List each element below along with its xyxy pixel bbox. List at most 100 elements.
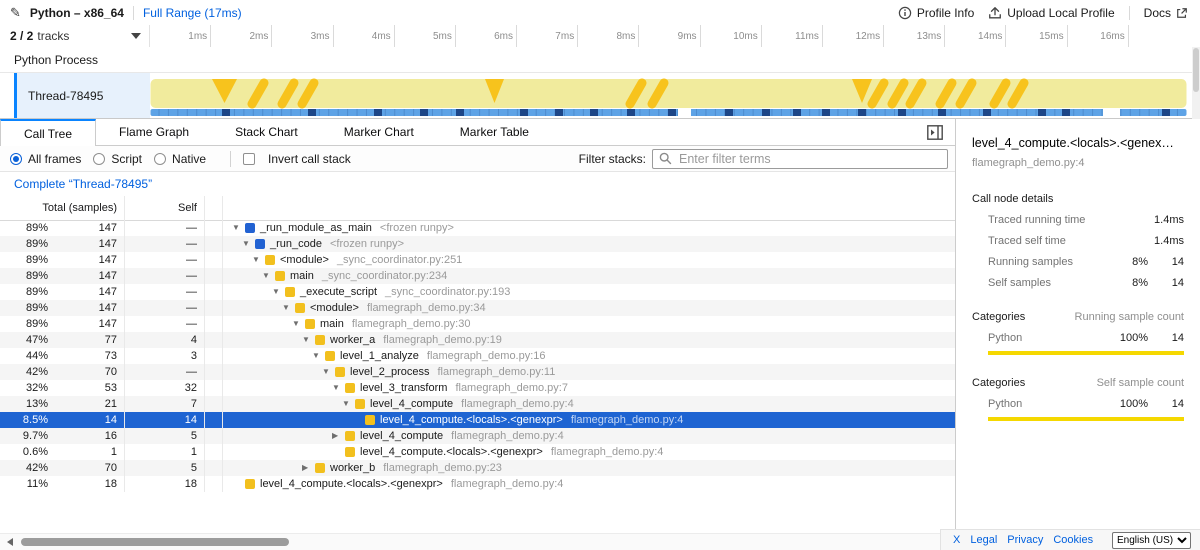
table-row[interactable]: 11%1818level_4_compute.<locals>.<genexpr…: [0, 476, 955, 492]
column-header-total[interactable]: Total (samples): [0, 196, 125, 220]
tab-flame-graph[interactable]: Flame Graph: [96, 119, 212, 145]
file-location: flamegraph_demo.py:4: [551, 446, 664, 458]
tracks-visibility-dropdown[interactable]: 2 / 2 tracks: [0, 25, 150, 47]
table-row[interactable]: 89%147—▼main_sync_coordinator.py:234: [0, 268, 955, 284]
cell-function: ▼_execute_script_sync_coordinator.py:193: [223, 286, 955, 298]
table-row[interactable]: 32%5332▼level_3_transformflamegraph_demo…: [0, 380, 955, 396]
collapse-icon[interactable]: ▼: [292, 320, 305, 328]
ruler-tick: 10ms: [701, 25, 762, 47]
table-row[interactable]: 42%705▶worker_bflamegraph_demo.py:23: [0, 460, 955, 476]
categories-label: Categories: [972, 377, 1097, 389]
cell-self: 32: [125, 380, 205, 396]
collapse-icon[interactable]: ▼: [252, 256, 265, 264]
table-row[interactable]: 42%70—▼level_2_processflamegraph_demo.py…: [0, 364, 955, 380]
cell-spacer: [205, 268, 223, 284]
filter-stacks-input[interactable]: [677, 151, 941, 167]
file-location: _sync_coordinator.py:234: [322, 270, 447, 282]
profile-info-button[interactable]: Profile Info: [898, 6, 974, 20]
language-select[interactable]: English (US): [1112, 532, 1191, 549]
process-track-row[interactable]: Python Process: [0, 47, 1200, 73]
table-row[interactable]: 89%147—▼_run_module_as_main<frozen runpy…: [0, 220, 955, 236]
profile-name: Python – x86_64: [30, 6, 124, 20]
thread-label[interactable]: Thread-78495: [17, 73, 150, 118]
full-range-link[interactable]: Full Range (17ms): [143, 6, 242, 20]
collapse-icon[interactable]: ▼: [332, 384, 345, 392]
thread-track-row[interactable]: Thread-78495: [0, 73, 1200, 119]
cell-self: —: [125, 300, 205, 316]
radio-all-frames[interactable]: All frames: [10, 152, 81, 166]
thread-activity-graph[interactable]: [150, 73, 1190, 118]
invert-call-stack-checkbox[interactable]: Invert call stack: [243, 152, 351, 166]
category-yellow-icon: [315, 463, 325, 473]
cell-pct: 89%: [0, 318, 50, 330]
table-row[interactable]: 89%147—▼_execute_script_sync_coordinator…: [0, 284, 955, 300]
collapse-icon[interactable]: ▼: [312, 352, 325, 360]
cell-total: 147: [50, 268, 125, 284]
tab-call-tree[interactable]: Call Tree: [0, 119, 96, 146]
collapse-icon[interactable]: ▼: [342, 400, 355, 408]
table-row[interactable]: 8.5%1414level_4_compute.<locals>.<genexp…: [0, 412, 955, 428]
collapse-icon[interactable]: ▼: [282, 304, 295, 312]
ruler-tick: 1ms: [150, 25, 211, 47]
table-row[interactable]: 44%733▼level_1_analyzeflamegraph_demo.py…: [0, 348, 955, 364]
collapse-icon[interactable]: ▼: [232, 224, 245, 232]
collapse-icon[interactable]: ▼: [242, 240, 255, 248]
expand-icon[interactable]: ▶: [302, 464, 315, 472]
radio-unchecked-icon[interactable]: [93, 153, 105, 165]
category-row: Python100%14: [972, 398, 1184, 410]
table-row[interactable]: 9.7%165▶level_4_computeflamegraph_demo.p…: [0, 428, 955, 444]
call-node-sidebar: level_4_compute.<locals>.<genex… flamegr…: [955, 119, 1200, 550]
collapse-icon[interactable]: ▼: [302, 336, 315, 344]
category-count: 14: [1148, 332, 1184, 344]
category-blue-icon: [245, 223, 255, 233]
detail-row: Traced running time1.4ms: [972, 214, 1184, 226]
horizontal-scrollbar[interactable]: [0, 533, 955, 550]
expand-icon[interactable]: ▶: [332, 432, 345, 440]
function-name: level_3_transform: [360, 382, 447, 394]
docs-link[interactable]: Docs: [1144, 6, 1188, 20]
table-row[interactable]: 0.6%11level_4_compute.<locals>.<genexpr>…: [0, 444, 955, 460]
radio-script[interactable]: Script: [93, 152, 142, 166]
ruler-remainder: [1129, 25, 1200, 47]
table-row[interactable]: 13%217▼level_4_computeflamegraph_demo.py…: [0, 396, 955, 412]
sidebar-toggle-button[interactable]: [927, 119, 955, 145]
table-row[interactable]: 47%774▼worker_aflamegraph_demo.py:19: [0, 332, 955, 348]
footer-link-privacy[interactable]: Privacy: [1007, 534, 1043, 546]
tab-marker-table[interactable]: Marker Table: [437, 119, 552, 145]
checkbox-unchecked[interactable]: [243, 153, 255, 165]
footer-link-x[interactable]: X: [953, 534, 960, 546]
table-row[interactable]: 89%147—▼_run_code<frozen runpy>: [0, 236, 955, 252]
radio-unchecked-icon[interactable]: [154, 153, 166, 165]
column-header-self[interactable]: Self: [125, 196, 205, 220]
edit-profile-name-icon[interactable]: ✎: [10, 5, 21, 21]
function-name: level_2_process: [350, 366, 430, 378]
scroll-left-arrow-icon[interactable]: [3, 538, 13, 546]
function-name: level_4_compute: [360, 430, 443, 442]
collapse-icon[interactable]: ▼: [262, 272, 275, 280]
table-row[interactable]: 89%147—▼<module>_sync_coordinator.py:251: [0, 252, 955, 268]
footer: X Legal Privacy Cookies English (US): [940, 529, 1200, 550]
collapse-icon[interactable]: ▼: [272, 288, 285, 296]
categories-header: CategoriesRunning sample count: [972, 311, 1184, 323]
footer-link-legal[interactable]: Legal: [970, 534, 997, 546]
cell-total: 70: [50, 364, 125, 380]
tab-stack-chart[interactable]: Stack Chart: [212, 119, 321, 145]
breadcrumb[interactable]: Complete “Thread-78495”: [14, 177, 152, 191]
scrollbar-thumb[interactable]: [1193, 48, 1199, 92]
category-blue-icon: [255, 239, 265, 249]
cell-function: ▼level_3_transformflamegraph_demo.py:7: [223, 382, 955, 394]
table-row[interactable]: 89%147—▼<module>flamegraph_demo.py:34: [0, 300, 955, 316]
collapse-icon[interactable]: ▼: [322, 368, 335, 376]
category-name: Python: [988, 332, 1104, 344]
radio-native[interactable]: Native: [154, 152, 206, 166]
tracks-vertical-scrollbar[interactable]: [1192, 47, 1200, 119]
tab-marker-chart[interactable]: Marker Chart: [321, 119, 437, 145]
call-node-details-heading: Call node details: [972, 193, 1184, 205]
table-row[interactable]: 89%147—▼mainflamegraph_demo.py:30: [0, 316, 955, 332]
ruler-tick: 9ms: [639, 25, 700, 47]
scrollbar-thumb[interactable]: [21, 538, 289, 546]
selected-node-file: flamegraph_demo.py:4: [972, 157, 1184, 169]
radio-checked-icon[interactable]: [10, 153, 22, 165]
upload-profile-button[interactable]: Upload Local Profile: [988, 6, 1114, 20]
footer-link-cookies[interactable]: Cookies: [1053, 534, 1093, 546]
